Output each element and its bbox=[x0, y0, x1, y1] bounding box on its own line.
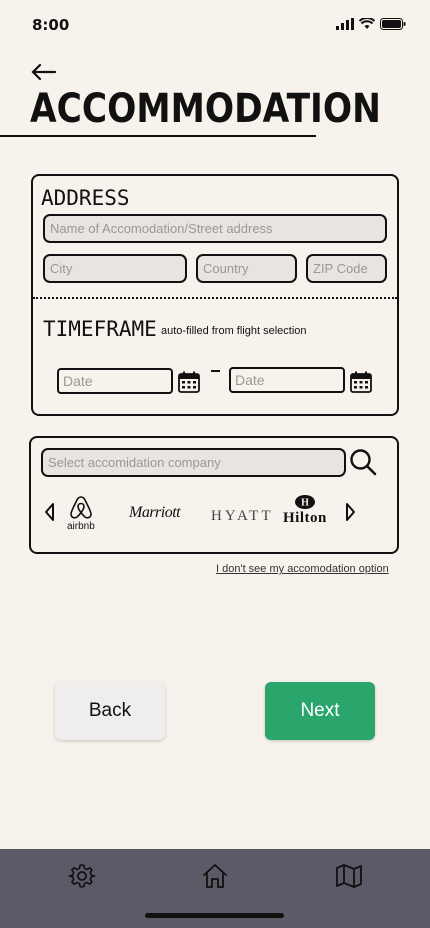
missing-option-link[interactable]: I don't see my accomodation option bbox=[216, 563, 389, 575]
logo-airbnb[interactable]: airbnb bbox=[67, 494, 95, 532]
wifi-icon bbox=[359, 18, 375, 29]
signal-icon bbox=[336, 18, 354, 30]
calendar-icon[interactable] bbox=[350, 371, 372, 393]
company-search-input[interactable]: Select accomidation company bbox=[41, 448, 346, 477]
hyatt-logo-text: HYATT bbox=[211, 508, 274, 524]
country-input[interactable]: Country bbox=[196, 254, 297, 283]
search-icon[interactable] bbox=[349, 448, 377, 476]
section-divider bbox=[33, 297, 397, 299]
address-label: ADDRESS bbox=[41, 186, 130, 210]
logo-hilton[interactable]: H Hilton bbox=[283, 494, 327, 527]
page-title: ACCOMMODATION bbox=[30, 86, 381, 132]
chevron-left-icon[interactable] bbox=[43, 502, 55, 522]
company-card: Select accomidation company airbnb Marri… bbox=[29, 436, 399, 554]
city-input[interactable]: City bbox=[43, 254, 187, 283]
logo-hyatt[interactable]: HYATT bbox=[211, 494, 274, 525]
status-time: 8:00 bbox=[32, 16, 70, 34]
zip-code-input[interactable]: ZIP Code bbox=[306, 254, 387, 283]
status-icons bbox=[336, 18, 406, 30]
chevron-right-icon[interactable] bbox=[345, 502, 357, 522]
marriott-logo-text: Marriott bbox=[129, 504, 181, 521]
timeframe-label: TIMEFRAME bbox=[43, 317, 157, 341]
start-date-input[interactable]: Date bbox=[57, 368, 173, 394]
battery-icon bbox=[380, 18, 406, 30]
back-arrow-icon[interactable] bbox=[30, 62, 56, 82]
airbnb-logo-icon bbox=[70, 496, 92, 519]
street-address-input[interactable]: Name of Accomodation/Street address bbox=[43, 214, 387, 243]
airbnb-logo-text: airbnb bbox=[67, 521, 95, 532]
bottom-nav bbox=[0, 849, 430, 928]
svg-text:H: H bbox=[301, 498, 309, 509]
hilton-logo-text: Hilton bbox=[283, 510, 327, 526]
map-icon[interactable] bbox=[335, 862, 363, 890]
title-underline bbox=[0, 135, 316, 137]
end-date-input[interactable]: Date bbox=[229, 367, 345, 393]
hilton-logo-icon: H bbox=[294, 495, 315, 509]
status-bar: 8:00 bbox=[0, 0, 430, 50]
home-indicator bbox=[145, 913, 284, 918]
next-button[interactable]: Next bbox=[265, 682, 375, 740]
date-range-dash bbox=[211, 370, 220, 372]
home-icon[interactable] bbox=[201, 862, 229, 890]
back-button[interactable]: Back bbox=[55, 682, 165, 740]
gear-icon[interactable] bbox=[68, 862, 96, 890]
calendar-icon[interactable] bbox=[178, 371, 200, 393]
address-card: ADDRESS Name of Accomodation/Street addr… bbox=[31, 174, 399, 416]
timeframe-note: auto-filled from flight selection bbox=[161, 325, 307, 337]
logo-marriott[interactable]: Marriott bbox=[129, 494, 181, 522]
